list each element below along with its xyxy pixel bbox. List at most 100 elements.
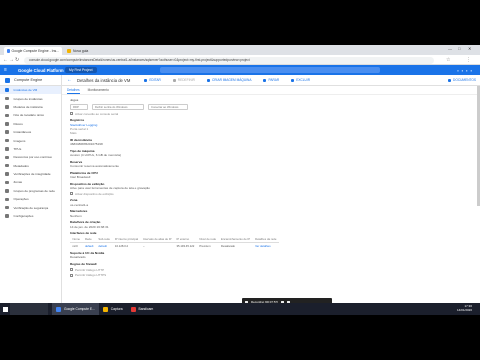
taskbar-item-capture[interactable]: Captura bbox=[99, 303, 127, 315]
serial-console-checkbox[interactable]: Ativar conexão ao console serial bbox=[70, 112, 472, 116]
appbar-actions-icon[interactable]: ▪▪▪▪ bbox=[457, 68, 475, 73]
template-icon bbox=[5, 105, 9, 109]
table-cell: 35.193.45.122 bbox=[176, 243, 195, 248]
set-windows-password-button[interactable]: Definir senha do Windows bbox=[92, 104, 144, 110]
detail-tabs: Detalhes Monitoramento bbox=[62, 86, 480, 95]
checkbox-icon bbox=[70, 268, 73, 272]
view-details-link[interactable]: Ver detalhes bbox=[253, 243, 279, 249]
sidebar-item-security-scan[interactable]: Verificação de segurança bbox=[0, 203, 61, 211]
new-tab-icon bbox=[67, 49, 71, 53]
delete-button[interactable]: EXCLUIR bbox=[291, 78, 310, 82]
taskbar-item-bandicam[interactable]: Bandicam bbox=[127, 303, 158, 315]
sidebar: Compute Engine Instâncias de VM Grupos d… bbox=[0, 75, 62, 315]
table-cell-link[interactable]: default bbox=[82, 243, 95, 249]
maximize-icon[interactable]: □ bbox=[458, 46, 460, 51]
tpu-icon bbox=[5, 147, 9, 151]
sidebar-item-instance-groups[interactable]: Grupos de instâncias bbox=[0, 94, 61, 102]
back-arrow-icon[interactable]: ← bbox=[3, 57, 8, 63]
sidebar-item-disks[interactable]: Discos bbox=[0, 120, 61, 128]
system-clock[interactable]: 17:30 14/01/2020 bbox=[457, 305, 480, 312]
gpu-value: Desativado bbox=[70, 255, 86, 260]
browser-menu-icon[interactable]: ⋮ bbox=[466, 57, 471, 63]
sidebar-item-settings[interactable]: Configurações bbox=[0, 212, 61, 220]
chrome-icon bbox=[56, 306, 61, 312]
stop-icon bbox=[263, 78, 267, 82]
zone-value: us-central1-a bbox=[70, 202, 89, 207]
connect-windows-button[interactable]: Conectar ao Windows bbox=[148, 104, 188, 110]
sidebar-item-zones[interactable]: Zonas bbox=[0, 178, 61, 186]
table-cell: Desativado bbox=[221, 243, 235, 248]
close-icon[interactable]: ✕ bbox=[468, 46, 471, 51]
docs-button[interactable]: DOCUMENTOS bbox=[448, 78, 476, 82]
snapshot-icon bbox=[5, 130, 9, 134]
forward-arrow-icon[interactable]: → bbox=[9, 57, 14, 63]
project-selector[interactable]: My First Project bbox=[65, 67, 97, 73]
gcp-title: Google Cloud Platform bbox=[18, 67, 64, 73]
sidebar-item-health-checks[interactable]: Verificações de integridade bbox=[0, 170, 61, 178]
sidebar-header: Compute Engine bbox=[0, 75, 61, 86]
tab-monitoring[interactable]: Monitoramento bbox=[88, 88, 109, 94]
allow-https-checkbox[interactable]: Permitir tráfego HTTPS bbox=[70, 273, 472, 277]
back-arrow-icon[interactable]: ← bbox=[67, 77, 72, 83]
sidebar-item-vm-instances[interactable]: Instâncias de VM bbox=[0, 86, 61, 95]
disk-icon bbox=[5, 122, 9, 126]
browser-tab-new[interactable]: Nova guia bbox=[64, 47, 104, 55]
creation-time-value: 14 de jan. de 2020 16:38:31 bbox=[70, 224, 109, 229]
tab-details[interactable]: Detalhes bbox=[67, 88, 80, 94]
metadata-icon bbox=[5, 163, 9, 168]
sidebar-item-network-endpoint-groups[interactable]: Grupos de programas de rede bbox=[0, 187, 61, 195]
remote-access-fields: RDP Definir senha do Windows Conectar ao… bbox=[70, 104, 472, 110]
sidebar-item-sole-tenant[interactable]: Nós de locatário único bbox=[0, 111, 61, 119]
table-cell: – bbox=[143, 243, 145, 248]
remote-access-label: Jogos bbox=[70, 98, 79, 102]
create-machine-image-button[interactable]: CRIAR IMAGEM MÁQUINA bbox=[206, 78, 251, 82]
browser-tab-active[interactable]: Google Compute Engine - Ins... bbox=[4, 47, 62, 55]
network-interfaces-label: Interfaces de rede bbox=[70, 231, 97, 236]
taskbar-search[interactable] bbox=[10, 303, 48, 315]
folder-icon bbox=[102, 306, 108, 312]
reload-icon[interactable]: ↻ bbox=[15, 57, 19, 63]
table-cell-link[interactable]: default bbox=[96, 243, 113, 249]
reservation-value: Consumir reserva automaticamente bbox=[70, 164, 120, 168]
trash-icon bbox=[291, 78, 295, 82]
machine-type-value: custom (4 vCPUs, 6 GB de memória) bbox=[70, 153, 122, 157]
edit-icon bbox=[144, 78, 148, 82]
sidebar-item-instance-templates[interactable]: Modelos de instância bbox=[0, 103, 61, 111]
display-device-checkbox[interactable]: Ativar dispositivo de exibição bbox=[70, 192, 472, 196]
reset-button[interactable]: REDEFINIR bbox=[172, 78, 195, 82]
star-icon[interactable]: ☆ bbox=[446, 57, 450, 63]
minimize-icon[interactable]: — bbox=[448, 46, 452, 51]
rdp-select[interactable]: RDP bbox=[70, 104, 88, 110]
more-link[interactable]: Mais bbox=[70, 131, 472, 135]
url-input[interactable]: console.cloud.google.com/compute/instanc… bbox=[24, 56, 434, 64]
sidebar-item-committed-use[interactable]: Descontos por uso contínuo bbox=[0, 153, 61, 161]
sidebar-item-images[interactable]: Imagens bbox=[0, 136, 61, 144]
hamburger-menu-icon[interactable]: ≡ bbox=[4, 67, 7, 73]
checkbox-icon bbox=[70, 273, 73, 277]
edit-button[interactable]: EDITAR bbox=[144, 78, 161, 82]
taskbar-item-chrome[interactable]: Google Compute E... bbox=[52, 303, 99, 315]
allow-http-checkbox[interactable]: Permitir tráfego HTTP bbox=[70, 268, 472, 272]
table-row: nic0 default default 10.128.0.2 – 35.193… bbox=[70, 243, 279, 249]
stop-button[interactable]: PARAR bbox=[263, 78, 279, 82]
sidebar-item-snapshots[interactable]: Instantâneos bbox=[0, 128, 61, 136]
display-device-value: Ative para usar ferramentas de captura d… bbox=[70, 186, 150, 190]
image-icon bbox=[5, 138, 9, 143]
video-frame: Google Compute Engine - Ins... Nova guia… bbox=[0, 0, 480, 360]
search-input[interactable] bbox=[160, 67, 380, 73]
sidebar-item-metadata[interactable]: Metadados bbox=[0, 162, 61, 170]
sidebar-item-tpus[interactable]: TPUs bbox=[0, 145, 61, 153]
desktop-screen: Google Compute Engine - Ins... Nova guia… bbox=[0, 45, 480, 315]
table-cell: Premium bbox=[199, 243, 211, 248]
gcp-favicon-icon bbox=[7, 49, 10, 53]
firewall-label: Regras de firewall bbox=[70, 262, 97, 267]
shield-icon bbox=[5, 205, 9, 210]
gear-icon bbox=[5, 214, 9, 218]
reset-icon bbox=[172, 78, 176, 82]
sidebar-item-operations[interactable]: Operações bbox=[0, 195, 61, 203]
network-icon bbox=[5, 189, 9, 193]
start-button[interactable] bbox=[0, 303, 10, 315]
operations-icon bbox=[5, 197, 9, 202]
browser-tabbar: Google Compute Engine - Ins... Nova guia… bbox=[0, 45, 480, 55]
windows-taskbar: Google Compute E... Captura Bandicam 17:… bbox=[0, 303, 480, 315]
